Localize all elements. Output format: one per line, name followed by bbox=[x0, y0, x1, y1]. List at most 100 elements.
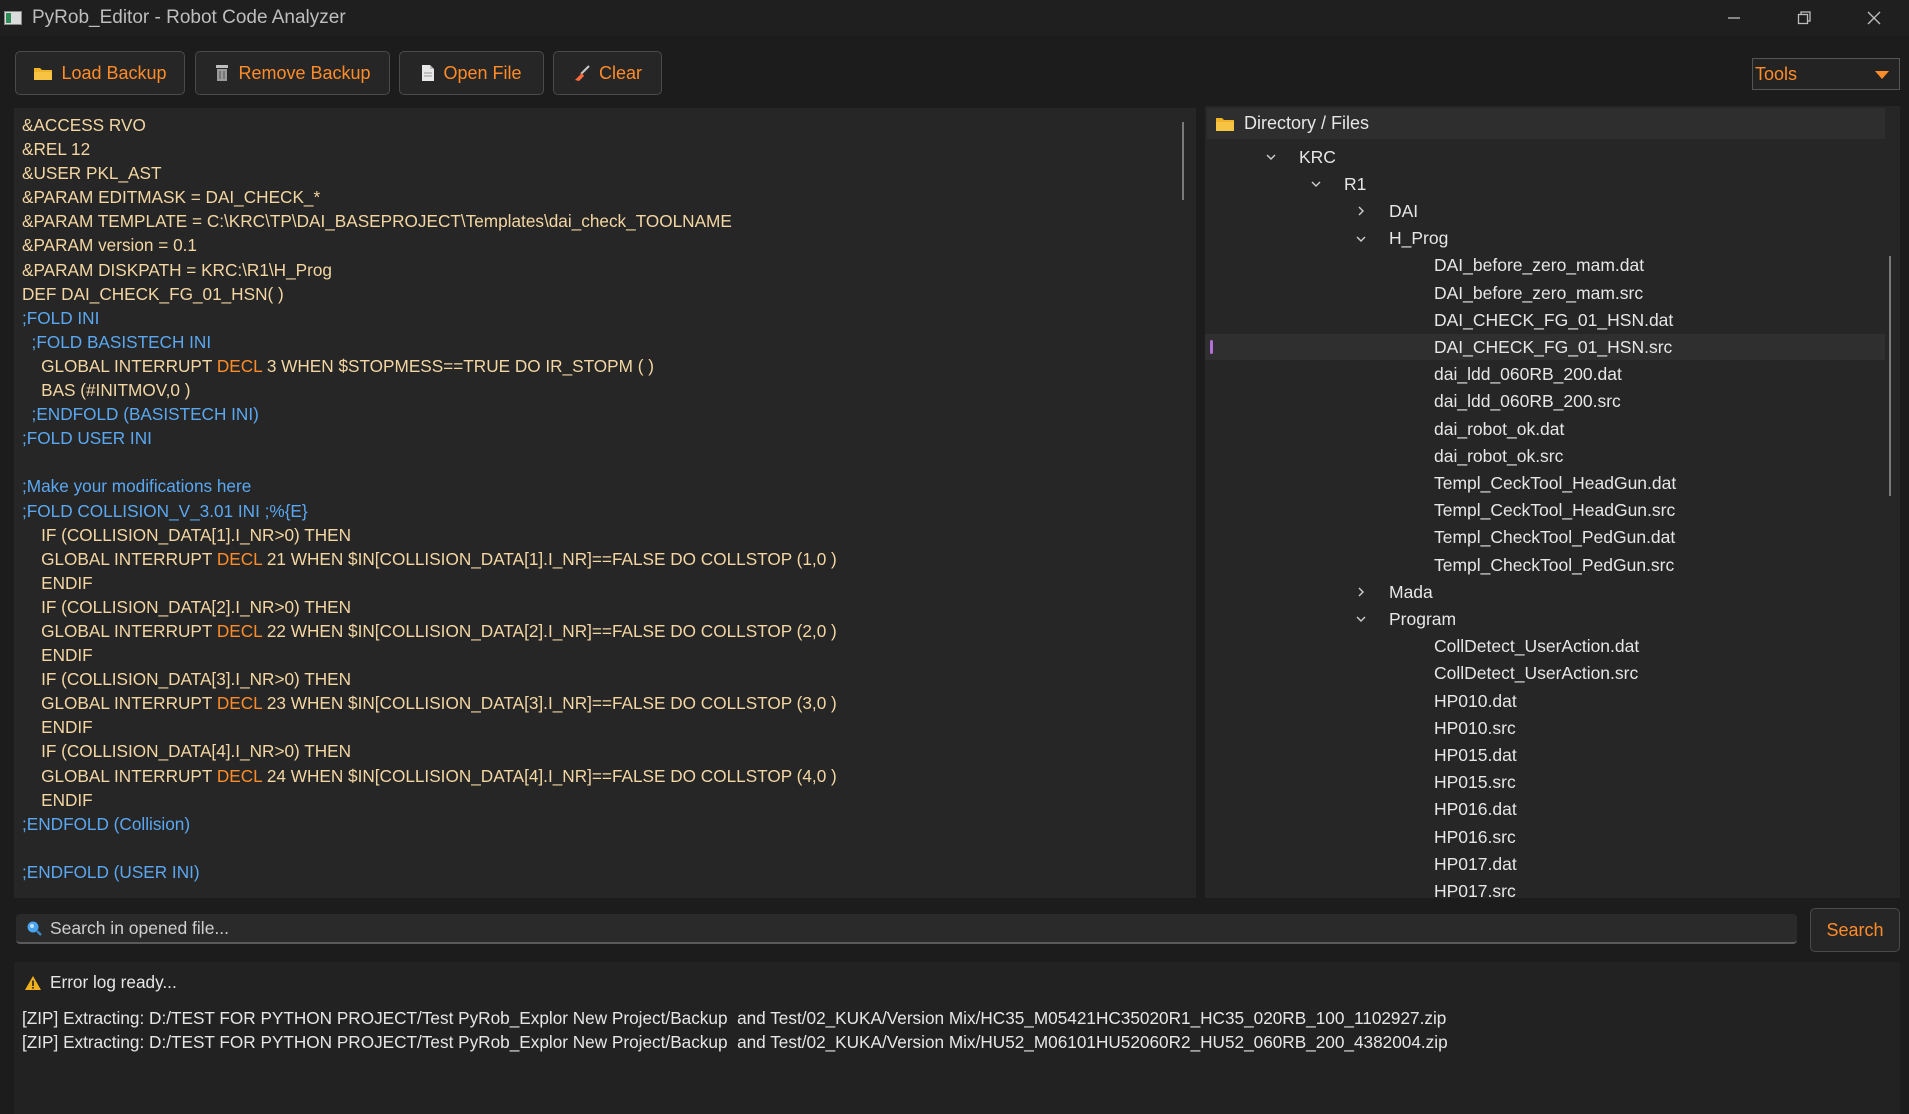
tree-file-item[interactable]: HP010.src bbox=[1205, 715, 1885, 741]
open-file-button[interactable]: Open File bbox=[399, 51, 544, 95]
tree-file-item[interactable]: HP015.dat bbox=[1205, 742, 1885, 768]
tree-scrollbar[interactable] bbox=[1889, 256, 1891, 496]
tree-folder-item[interactable]: DAI bbox=[1205, 198, 1885, 224]
search-input[interactable] bbox=[50, 917, 1797, 939]
tree-file-item[interactable]: HP015.src bbox=[1205, 770, 1885, 796]
tree-file-item[interactable]: HP016.dat bbox=[1205, 797, 1885, 823]
code-text: &USER PKL_AST bbox=[22, 163, 162, 184]
tree-folder-item[interactable]: KRC bbox=[1205, 144, 1885, 170]
code-keyword: DECL bbox=[216, 620, 263, 641]
minimize-button[interactable] bbox=[1699, 0, 1769, 36]
minimize-icon bbox=[1728, 17, 1740, 19]
remove-backup-button[interactable]: Remove Backup bbox=[195, 51, 390, 95]
tree-item-label: Templ_CeckTool_HeadGun.src bbox=[1434, 500, 1676, 521]
tree-file-item[interactable]: HP017.src bbox=[1205, 878, 1885, 898]
code-line: &PARAM version = 0.1 bbox=[22, 233, 1176, 257]
tree-file-item[interactable]: DAI_before_zero_mam.dat bbox=[1205, 253, 1885, 279]
tree-header: Directory / Files bbox=[1207, 108, 1885, 139]
open-file-label: Open File bbox=[443, 62, 522, 83]
tree-file-item[interactable]: CollDetect_UserAction.src bbox=[1205, 661, 1885, 687]
maximize-button[interactable] bbox=[1769, 0, 1839, 36]
chevron-right-icon[interactable] bbox=[1355, 205, 1367, 217]
chevron-down-icon[interactable] bbox=[1265, 151, 1277, 163]
code-line: &PARAM TEMPLATE = C:\KRC\TP\DAI_BASEPROJ… bbox=[22, 209, 1176, 233]
warning-icon bbox=[25, 975, 41, 990]
tree-file-item[interactable]: HP017.dat bbox=[1205, 851, 1885, 877]
code-line: ENDIF bbox=[22, 715, 1176, 739]
tree-file-item[interactable]: DAI_before_zero_mam.src bbox=[1205, 280, 1885, 306]
code-text: ;ENDFOLD (Collision) bbox=[22, 813, 191, 834]
tree-item-label: dai_robot_ok.dat bbox=[1434, 418, 1565, 439]
code-text: ;ENDFOLD (BASISTECH INI) bbox=[22, 404, 259, 425]
folder-icon bbox=[34, 68, 53, 80]
load-backup-label: Load Backup bbox=[61, 62, 167, 83]
search-bar bbox=[16, 914, 1797, 944]
tree-file-item[interactable]: Templ_CheckTool_PedGun.dat bbox=[1205, 525, 1885, 551]
tree-file-item[interactable]: Templ_CeckTool_HeadGun.src bbox=[1205, 498, 1885, 524]
tree-item-label: DAI_before_zero_mam.src bbox=[1434, 282, 1644, 303]
tree-file-item[interactable]: HP010.dat bbox=[1205, 688, 1885, 714]
chevron-down-icon[interactable] bbox=[1355, 613, 1367, 625]
toolbar: Load Backup Remove Backup Open File Clea… bbox=[0, 36, 1909, 108]
tree-file-item[interactable]: DAI_CHECK_FG_01_HSN.dat bbox=[1205, 307, 1885, 333]
code-line: ENDIF bbox=[22, 643, 1176, 667]
code-line: ;ENDFOLD (USER INI) bbox=[22, 860, 1176, 884]
code-line: IF (COLLISION_DATA[1].I_NR>0) THEN bbox=[22, 523, 1176, 547]
code-line: &REL 12 bbox=[22, 137, 1176, 161]
code-text: 24 WHEN $IN[COLLISION_DATA[4].I_NR]==FAL… bbox=[262, 765, 837, 786]
close-button[interactable] bbox=[1839, 0, 1909, 36]
tree-item-label: Mada bbox=[1389, 581, 1433, 602]
tree-file-item[interactable]: DAI_CHECK_FG_01_HSN.src bbox=[1205, 334, 1885, 361]
tree-item-label: Templ_CheckTool_PedGun.src bbox=[1434, 554, 1675, 575]
code-text: ;ENDFOLD (USER INI) bbox=[22, 861, 200, 882]
tree-folder-item[interactable]: Program bbox=[1205, 606, 1885, 632]
tree-file-item[interactable]: dai_ldd_060RB_200.dat bbox=[1205, 362, 1885, 388]
tree-file-item[interactable]: Templ_CheckTool_PedGun.src bbox=[1205, 552, 1885, 578]
chevron-right-icon[interactable] bbox=[1355, 586, 1367, 598]
tree-file-item[interactable]: HP016.src bbox=[1205, 824, 1885, 850]
clear-button[interactable]: Clear bbox=[553, 51, 662, 95]
tree-item-label: HP015.src bbox=[1434, 772, 1516, 793]
code-editor[interactable]: &ACCESS RVO &REL 12 &USER PKL_AST &PARAM ED… bbox=[14, 108, 1196, 898]
code-line: ;FOLD COLLISION_V_3.01 INI ;%{E} bbox=[22, 499, 1176, 523]
tree-folder-item[interactable]: H_Prog bbox=[1205, 226, 1885, 252]
tree-file-item[interactable]: CollDetect_UserAction.dat bbox=[1205, 634, 1885, 660]
search-button[interactable]: Search bbox=[1810, 908, 1900, 952]
tree-item-label: Templ_CheckTool_PedGun.dat bbox=[1434, 527, 1676, 548]
editor-scrollbar[interactable] bbox=[1182, 122, 1184, 200]
code-line: ENDIF bbox=[22, 571, 1176, 595]
code-text: 21 WHEN $IN[COLLISION_DATA[1].I_NR]==FAL… bbox=[262, 548, 837, 569]
code-text: ;Make your modifications here bbox=[22, 476, 252, 497]
tools-dropdown[interactable]: Tools bbox=[1752, 58, 1900, 90]
code-line: ;Make your modifications here bbox=[22, 474, 1176, 498]
tree-folder-item[interactable]: Mada bbox=[1205, 579, 1885, 605]
code-line: IF (COLLISION_DATA[2].I_NR>0) THEN bbox=[22, 595, 1176, 619]
tree-file-item[interactable]: Templ_CeckTool_HeadGun.dat bbox=[1205, 470, 1885, 496]
tree-file-item[interactable]: dai_robot_ok.src bbox=[1205, 443, 1885, 469]
tools-dropdown-value: Tools bbox=[1755, 63, 1798, 84]
tree-file-item[interactable]: dai_ldd_060RB_200.src bbox=[1205, 389, 1885, 415]
code-text: ;FOLD BASISTECH INI bbox=[22, 331, 212, 352]
tree-item-label: HP016.src bbox=[1434, 826, 1516, 847]
code-line: ;ENDFOLD (Collision) bbox=[22, 812, 1176, 836]
tree-folder-item[interactable]: R1 bbox=[1205, 171, 1885, 197]
tree-item-label: dai_ldd_060RB_200.dat bbox=[1434, 364, 1622, 385]
code-text: GLOBAL INTERRUPT bbox=[22, 765, 217, 786]
chevron-down-icon[interactable] bbox=[1310, 178, 1322, 190]
chevron-down-icon[interactable] bbox=[1355, 233, 1367, 245]
code-keyword: DECL bbox=[216, 765, 263, 786]
document-icon bbox=[422, 65, 435, 81]
tree-file-item[interactable]: dai_robot_ok.dat bbox=[1205, 416, 1885, 442]
load-backup-button[interactable]: Load Backup bbox=[15, 51, 185, 95]
